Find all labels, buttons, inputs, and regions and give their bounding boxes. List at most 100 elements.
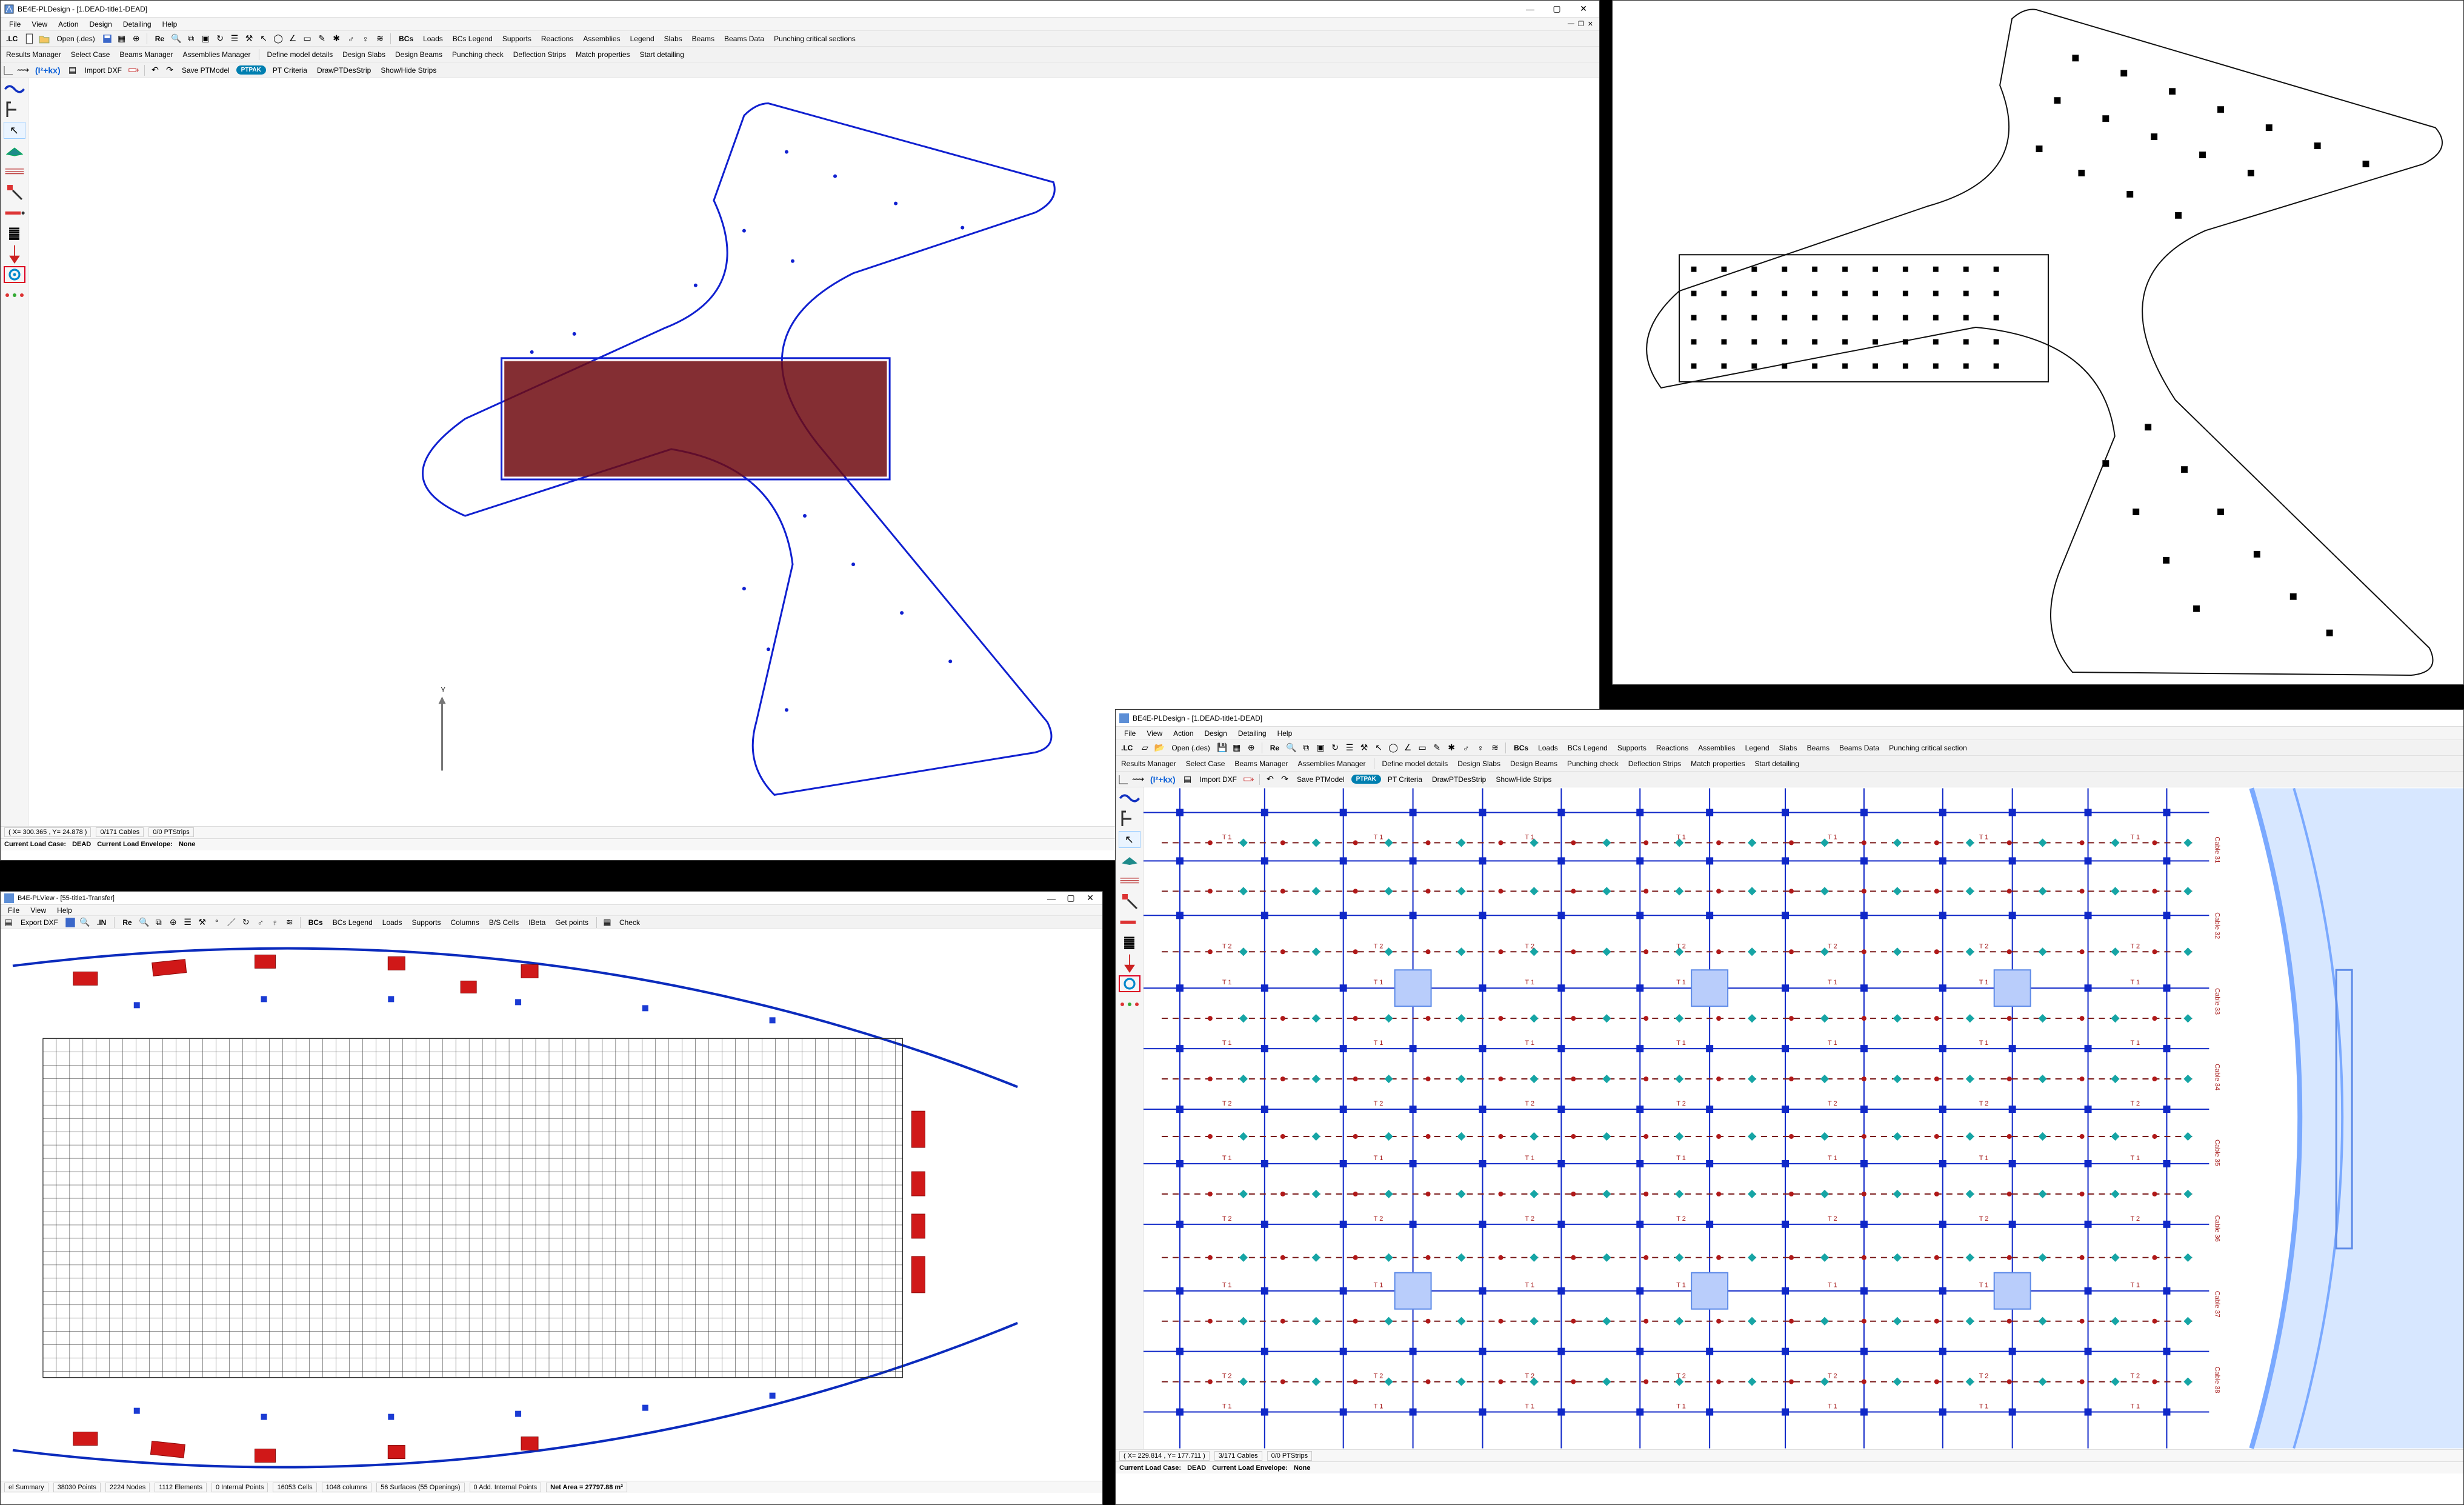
deg-icon[interactable]: °: [211, 917, 222, 928]
tb-beams[interactable]: Beams: [1804, 743, 1833, 753]
sheet-icon[interactable]: ▤: [3, 917, 14, 928]
tb2-beamsmgr[interactable]: Beams Manager: [116, 50, 176, 59]
tb3-ptcrit[interactable]: PT Criteria: [270, 65, 310, 75]
import-dxf-button[interactable]: Import DXF: [1197, 775, 1240, 784]
mdi-minimize-icon[interactable]: —: [1568, 20, 1574, 28]
tb2-define[interactable]: Define model details: [264, 50, 336, 59]
bcs-button[interactable]: BCs: [1511, 743, 1531, 753]
sb-grid-icon[interactable]: [4, 101, 25, 118]
tb2-punchchk[interactable]: Punching check: [1564, 759, 1622, 769]
menu-help[interactable]: Help: [52, 905, 77, 916]
mdi-restore-icon[interactable]: ❐: [1578, 20, 1584, 28]
sb-hash-icon[interactable]: ䷀: [4, 225, 25, 242]
menu-view[interactable]: View: [1142, 728, 1167, 739]
rotate-icon[interactable]: ↻: [1330, 742, 1340, 753]
ptpak-badge[interactable]: PTPAK: [1351, 775, 1381, 784]
tb3-showhide[interactable]: Show/Hide Strips: [378, 65, 439, 75]
tb3-drawpt[interactable]: DrawPTDesStrip: [314, 65, 374, 75]
hammer-icon[interactable]: ⚒: [244, 33, 255, 44]
menu-help[interactable]: Help: [1273, 728, 1297, 739]
tension-icon[interactable]: ⟿: [18, 65, 28, 76]
target-icon[interactable]: ⊕: [168, 917, 179, 928]
minimize-button[interactable]: —: [1518, 2, 1542, 16]
menu-file[interactable]: File: [1119, 728, 1140, 739]
save-ptmodel-button[interactable]: Save PTModel: [1294, 775, 1348, 784]
axes-icon[interactable]: [3, 65, 14, 76]
layers-icon[interactable]: ☰: [182, 917, 193, 928]
ptpak-badge[interactable]: PTPAK: [236, 65, 266, 75]
re-button[interactable]: Re: [152, 34, 167, 44]
target-icon[interactable]: ⊕: [1246, 742, 1257, 753]
tb3-showhide[interactable]: Show/Hide Strips: [1493, 775, 1554, 784]
line-icon[interactable]: ／: [226, 917, 237, 928]
tb-reactions[interactable]: Reactions: [538, 34, 576, 44]
sb-target-icon[interactable]: [4, 266, 25, 283]
undo-icon[interactable]: ↶: [150, 65, 161, 76]
menu-design[interactable]: Design: [85, 19, 117, 30]
angle-tool-icon[interactable]: ∠: [287, 33, 298, 44]
tb2-startdet[interactable]: Start detailing: [637, 50, 687, 59]
tb-punching[interactable]: Punching critical section: [1886, 743, 1970, 753]
tb-bcslegend[interactable]: BCs Legend: [450, 34, 496, 44]
spreadsheet-icon[interactable]: ▤: [1182, 774, 1193, 785]
close-button[interactable]: ✕: [1571, 2, 1596, 16]
table-icon[interactable]: ▦: [602, 917, 613, 928]
maximize-button[interactable]: ▢: [1062, 893, 1079, 904]
tb-getpts[interactable]: Get points: [552, 918, 591, 927]
redo-icon[interactable]: ↷: [164, 65, 175, 76]
layers-icon[interactable]: ☰: [229, 33, 240, 44]
shear-icon[interactable]: ≋: [284, 917, 295, 928]
tb-slabs[interactable]: Slabs: [1776, 743, 1800, 753]
zoom-window-icon[interactable]: ⧉: [185, 33, 196, 44]
layers-icon[interactable]: ☰: [1344, 742, 1355, 753]
rotate-icon[interactable]: ↻: [215, 33, 225, 44]
menu-action[interactable]: Action: [53, 19, 83, 30]
grid-icon[interactable]: ▦: [1231, 742, 1242, 753]
sigma-male-icon[interactable]: ♂: [345, 33, 356, 44]
tb-supports[interactable]: Supports: [1614, 743, 1650, 753]
bcs-button[interactable]: BCs: [305, 918, 326, 927]
tb-bscells[interactable]: B/S Cells: [486, 918, 522, 927]
tb2-define[interactable]: Define model details: [1379, 759, 1451, 769]
menu-detailing[interactable]: Detailing: [1233, 728, 1271, 739]
angle-tool-icon[interactable]: ∠: [1402, 742, 1413, 753]
tb3-drawpt[interactable]: DrawPTDesStrip: [1429, 775, 1489, 784]
open-des-button[interactable]: Open (.des): [53, 34, 98, 44]
save-icon[interactable]: 💾: [1217, 742, 1228, 753]
close-button[interactable]: ✕: [1082, 893, 1099, 904]
tb2-dbeams[interactable]: Design Beams: [392, 50, 445, 59]
tb-bcslegend[interactable]: BCs Legend: [1565, 743, 1611, 753]
tb-loads[interactable]: Loads: [420, 34, 446, 44]
check-button[interactable]: Check: [616, 918, 643, 927]
tb-loads[interactable]: Loads: [1535, 743, 1561, 753]
cursor-tool-icon[interactable]: ↖: [258, 33, 269, 44]
zoom-in-icon[interactable]: 🔍: [139, 917, 150, 928]
sb-beam-icon[interactable]: [1119, 913, 1140, 930]
zoom-icon[interactable]: 🔍: [79, 917, 90, 928]
sb-slab-icon[interactable]: [4, 142, 25, 159]
maximize-button[interactable]: ▢: [1545, 2, 1569, 16]
tb2-beamsmgr[interactable]: Beams Manager: [1231, 759, 1291, 769]
tb2-match[interactable]: Match properties: [1688, 759, 1748, 769]
tendon-plan-canvas[interactable]: T 1T 1T 1T 1T 1T 1T 1T 1T 1T 1T 1T 1T 1T…: [1144, 787, 2463, 1449]
tb2-assemmgr[interactable]: Assemblies Manager: [179, 50, 253, 59]
tb2-punchchk[interactable]: Punching check: [449, 50, 507, 59]
pt-load-icon[interactable]: [1244, 774, 1254, 785]
pt-load-icon[interactable]: [128, 65, 139, 76]
tb-supports[interactable]: Supports: [499, 34, 534, 44]
tb-reactions[interactable]: Reactions: [1653, 743, 1691, 753]
save-icon[interactable]: [102, 33, 113, 44]
rotate-icon[interactable]: ↻: [241, 917, 251, 928]
tb2-results[interactable]: Results Manager: [3, 50, 64, 59]
sb-pointer-icon[interactable]: ↖: [1119, 831, 1140, 848]
sb-hash-icon[interactable]: ䷀: [1119, 934, 1140, 951]
menu-detailing[interactable]: Detailing: [118, 19, 156, 30]
minimize-button[interactable]: —: [1043, 893, 1060, 904]
sb-dots-icon[interactable]: [4, 287, 25, 304]
tb-legend[interactable]: Legend: [1742, 743, 1773, 753]
sb-pointer-icon[interactable]: ↖: [4, 122, 25, 139]
shear-icon[interactable]: ≋: [1490, 742, 1500, 753]
sb-grid-icon[interactable]: [1119, 810, 1140, 827]
tb-punching[interactable]: Punching critical sections: [771, 34, 859, 44]
tb-loads[interactable]: Loads: [379, 918, 405, 927]
